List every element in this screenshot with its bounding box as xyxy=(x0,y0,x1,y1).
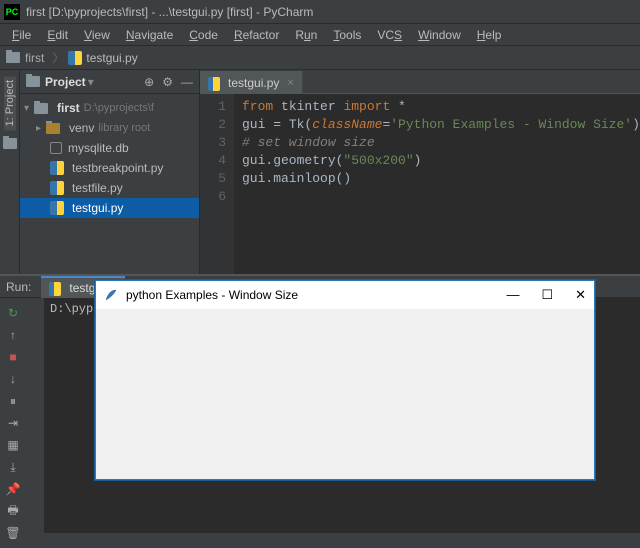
tree-item-label: testbreakpoint.py xyxy=(72,161,163,175)
run-panel-title: Run: xyxy=(6,280,31,294)
menu-window[interactable]: Window xyxy=(410,26,469,44)
line-number: 3 xyxy=(200,134,226,152)
project-panel: Project ▾ ⊕ ⚙ — ▾ first D:\pyprojects\f … xyxy=(20,70,200,274)
editor-tab-label: testgui.py xyxy=(228,76,279,90)
menu-run[interactable]: Run xyxy=(287,26,325,44)
print-icon[interactable]: 🖶 xyxy=(4,502,22,520)
tree-item-label: testgui.py xyxy=(72,201,123,215)
editor-tabstrip: testgui.py × xyxy=(200,70,640,94)
tree-root[interactable]: ▾ first D:\pyprojects\f xyxy=(20,98,199,118)
maximize-button[interactable]: ☐ xyxy=(541,287,553,303)
menu-refactor[interactable]: Refactor xyxy=(226,26,287,44)
scroll-end-icon[interactable]: ⤓ xyxy=(4,458,22,476)
app-icon: PC xyxy=(4,4,20,20)
line-number: 4 xyxy=(200,152,226,170)
tree-file-py[interactable]: testbreakpoint.py xyxy=(20,158,199,178)
tree-item-label: venv xyxy=(69,121,94,135)
python-file-icon xyxy=(50,201,64,215)
project-panel-toolbar: Project ▾ ⊕ ⚙ — xyxy=(20,70,199,94)
window-titlebar: PC first [D:\pyprojects\first] - ...\tes… xyxy=(0,0,640,24)
tkinter-app-window[interactable]: python Examples - Window Size — ☐ ✕ xyxy=(95,280,595,480)
menu-navigate[interactable]: Navigate xyxy=(118,26,181,44)
line-number: 5 xyxy=(200,170,226,188)
tree-file-py[interactable]: testfile.py xyxy=(20,178,199,198)
up-icon[interactable]: ↑ xyxy=(4,326,22,344)
project-tool-tab[interactable]: 1: Project xyxy=(4,76,16,130)
tk-feather-icon xyxy=(104,288,118,302)
tree-item-hint: library root xyxy=(98,122,150,134)
tree-root-label: first xyxy=(57,101,80,115)
collapse-all-icon[interactable]: ⊕ xyxy=(144,75,154,89)
line-number: 1 xyxy=(200,98,226,116)
line-number: 6 xyxy=(200,188,226,206)
down-icon[interactable]: ↓ xyxy=(4,370,22,388)
menu-view[interactable]: View xyxy=(76,26,118,44)
code-content[interactable]: from tkinter import * gui = Tk(className… xyxy=(234,94,640,274)
menu-help[interactable]: Help xyxy=(469,26,510,44)
breadcrumb-file-label: testgui.py xyxy=(86,51,137,65)
settings-gear-icon[interactable]: ⚙ xyxy=(162,75,173,89)
close-icon[interactable]: × xyxy=(287,77,293,89)
tk-titlebar[interactable]: python Examples - Window Size — ☐ ✕ xyxy=(96,281,594,309)
structure-tool-icon[interactable] xyxy=(3,138,17,149)
editor-tab-active[interactable]: testgui.py × xyxy=(200,71,303,93)
python-file-icon xyxy=(50,181,64,195)
project-panel-title: Project xyxy=(45,75,86,89)
tk-window-title: python Examples - Window Size xyxy=(126,288,298,302)
editor-area: testgui.py × 1 2 3 4 5 6 from tkinter im… xyxy=(200,70,640,274)
dropdown-icon[interactable]: ▾ xyxy=(88,75,94,89)
python-file-icon xyxy=(49,282,61,294)
folder-icon xyxy=(26,76,40,87)
breadcrumb-file[interactable]: testgui.py xyxy=(68,51,137,65)
pause-icon[interactable]: ⏸ xyxy=(4,392,22,410)
breadcrumb: first 〉 testgui.py xyxy=(0,46,640,70)
editor-gutter: 1 2 3 4 5 6 xyxy=(200,94,234,274)
breadcrumb-root[interactable]: first xyxy=(25,51,44,65)
python-file-icon xyxy=(68,51,82,65)
expand-icon[interactable]: ▾ xyxy=(24,103,34,114)
database-icon xyxy=(50,142,62,154)
folder-icon xyxy=(6,52,20,63)
soft-wrap-icon[interactable]: ⇥ xyxy=(4,414,22,432)
stop-icon[interactable]: ■ xyxy=(4,348,22,366)
close-button[interactable]: ✕ xyxy=(575,287,586,303)
tree-folder-venv[interactable]: ▸ venv library root xyxy=(20,118,199,138)
tree-file-db[interactable]: mysqlite.db xyxy=(20,138,199,158)
project-tree: ▾ first D:\pyprojects\f ▸ venv library r… xyxy=(20,94,199,222)
python-file-icon xyxy=(208,77,220,89)
rerun-icon[interactable]: ↻ xyxy=(4,304,22,322)
menubar: File Edit View Navigate Code Refactor Ru… xyxy=(0,24,640,46)
expand-icon[interactable]: ▸ xyxy=(36,123,46,134)
layout-icon[interactable]: ▦ xyxy=(4,436,22,454)
pin-icon[interactable]: 📌 xyxy=(4,480,22,498)
sidebar-tool-tabs: 1: Project xyxy=(0,70,20,274)
menu-vcs[interactable]: VCS xyxy=(369,26,410,44)
tree-item-label: testfile.py xyxy=(72,181,123,195)
menu-edit[interactable]: Edit xyxy=(39,26,76,44)
code-editor[interactable]: 1 2 3 4 5 6 from tkinter import * gui = … xyxy=(200,94,640,274)
chevron-right-icon: 〉 xyxy=(52,49,64,66)
menu-file[interactable]: File xyxy=(4,26,39,44)
trash-icon[interactable]: 🗑 xyxy=(4,524,22,542)
menu-tools[interactable]: Tools xyxy=(325,26,369,44)
tree-root-path: D:\pyprojects\f xyxy=(84,102,154,114)
window-title: first [D:\pyprojects\first] - ...\testgu… xyxy=(26,5,313,19)
library-folder-icon xyxy=(46,123,60,134)
line-number: 2 xyxy=(200,116,226,134)
minimize-button[interactable]: — xyxy=(506,287,519,303)
tk-window-body xyxy=(96,309,594,479)
folder-icon xyxy=(34,103,48,114)
hide-panel-icon[interactable]: — xyxy=(181,75,193,89)
menu-code[interactable]: Code xyxy=(181,26,226,44)
run-toolbar: ↻ ↑ ■ ↓ ⏸ ⇥ ▦ ⤓ 📌 🖶 🗑 xyxy=(0,298,44,548)
tree-file-py-selected[interactable]: testgui.py xyxy=(20,198,199,218)
python-file-icon xyxy=(50,161,64,175)
tree-item-label: mysqlite.db xyxy=(68,141,129,155)
